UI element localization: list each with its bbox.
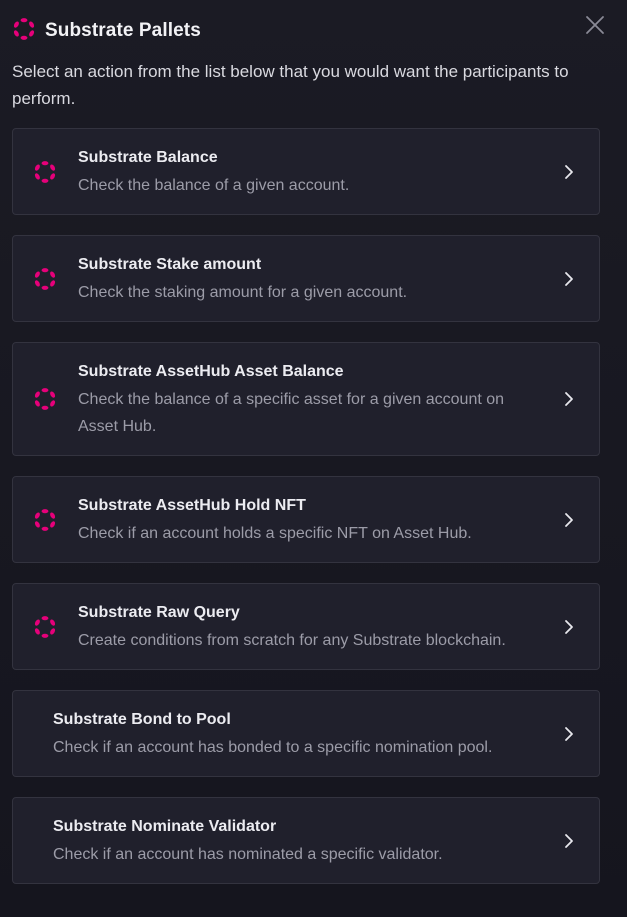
action-card-substrate-assethub-asset-balance[interactable]: Substrate AssetHub Asset Balance Check t… [12,342,600,456]
polkadot-icon [33,267,57,291]
action-title: Substrate Stake amount [78,256,262,273]
action-title: Substrate AssetHub Asset Balance [78,363,344,380]
action-title: Substrate Balance [78,149,218,166]
polkadot-icon [33,508,57,532]
action-title: Substrate AssetHub Hold NFT [78,497,306,514]
polkadot-icon [12,17,36,46]
action-card-substrate-raw-query[interactable]: Substrate Raw Query Create conditions fr… [12,583,600,670]
chevron-right-icon [561,619,577,635]
dialog-header: Substrate Pallets [12,17,201,46]
substrate-pallets-dialog: Substrate Pallets Select an action from … [0,0,627,917]
action-description: Check the balance of a specific asset fo… [78,391,505,435]
action-description: Check the balance of a given account. [78,177,350,194]
chevron-right-icon [561,726,577,742]
action-card-substrate-nominate-validator[interactable]: Substrate Nominate Validator Check if an… [12,797,600,884]
chevron-right-icon [561,164,577,180]
chevron-right-icon [561,391,577,407]
action-description: Check if an account has nominated a spec… [53,846,443,863]
action-title: Substrate Bond to Pool [53,711,231,728]
chevron-right-icon [561,512,577,528]
chevron-right-icon [561,833,577,849]
polkadot-icon [33,160,57,184]
chevron-right-icon [561,271,577,287]
dialog-title: Substrate Pallets [45,20,201,41]
action-card-substrate-assethub-hold-nft[interactable]: Substrate AssetHub Hold NFT Check if an … [12,476,600,563]
action-title: Substrate Raw Query [78,604,240,621]
close-icon[interactable] [585,15,605,35]
dialog-subtitle: Select an action from the list below tha… [12,62,569,108]
action-description: Check the staking amount for a given acc… [78,284,408,301]
action-card-substrate-stake-amount[interactable]: Substrate Stake amount Check the staking… [12,235,600,322]
polkadot-icon [33,615,57,639]
action-description: Check if an account has bonded to a spec… [53,739,493,756]
action-card-substrate-balance[interactable]: Substrate Balance Check the balance of a… [12,128,600,215]
action-card-substrate-bond-to-pool[interactable]: Substrate Bond to Pool Check if an accou… [12,690,600,777]
polkadot-icon [33,387,57,411]
action-title: Substrate Nominate Validator [53,818,277,835]
action-description: Check if an account holds a specific NFT… [78,525,472,542]
action-description: Create conditions from scratch for any S… [78,632,506,649]
